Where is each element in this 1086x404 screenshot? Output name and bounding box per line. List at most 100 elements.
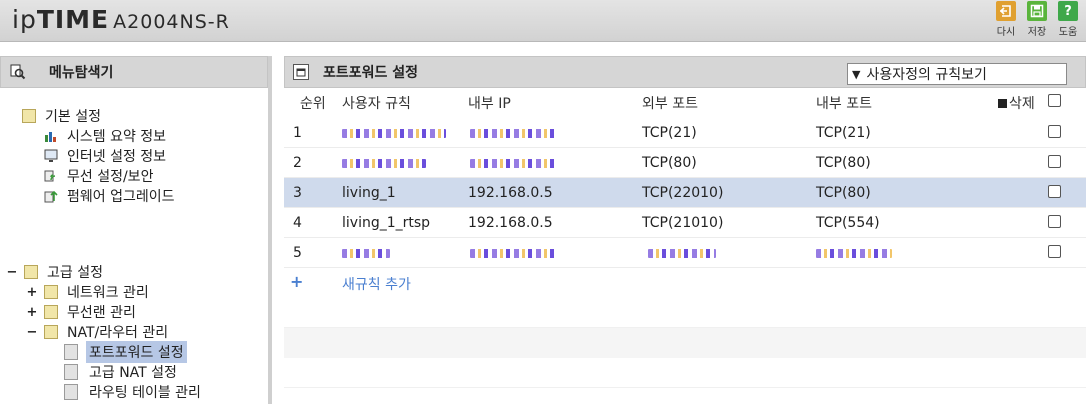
col-delete: 삭제 [998,93,1035,113]
row-delete-checkbox[interactable] [1048,245,1061,258]
table-row[interactable]: 1 TCP(21) TCP(21) [284,118,1086,148]
row-order: 4 [293,215,302,231]
tree-item-wireless-security[interactable]: 무선 설정/보안 [44,166,156,186]
help-label: 도움 [1058,27,1078,38]
folder-settings-icon [22,109,36,123]
col-user-rule: 사용자 규칙 [342,96,411,112]
row-internal-ip: 192.168.0.5 [468,215,553,231]
col-external-port: 외부 포트 [642,96,698,112]
row-internal-ip: 192.168.0.5 [468,185,553,201]
logo-brand: TIME [36,5,110,34]
add-rule-link[interactable]: 새규칙 추가 [342,274,411,294]
brand-logo: ipTIME A2004NS-R [12,5,230,34]
save-icon [1027,1,1047,21]
menu-explorer: 메뉴탐색기 기본 설정 시스템 요약 정보 인터넷 설정 정보 무선 설정/보안… [0,56,272,404]
header-actions: 다시 저장 ? 도움 [994,1,1080,38]
logo-prefix: ip [12,5,37,34]
magnifier-icon [9,64,27,80]
row-delete-checkbox[interactable] [1048,155,1061,168]
row-order: 3 [293,185,302,201]
row-delete-checkbox[interactable] [1048,215,1061,228]
port-forward-panel: 포트포워드 설정 ▼ 사용자정의 규칙보기 순위 사용자 규칙 내부 IP 외부… [284,56,1086,404]
tree-advanced-settings-label: 고급 설정 [47,265,103,281]
page-icon [64,344,78,360]
col-delete-label: 삭제 [1009,96,1035,112]
tree-item-firmware-upgrade[interactable]: 펌웨어 업그레이드 [44,186,178,206]
select-all-checkbox[interactable] [1048,94,1061,107]
row-ext-redacted [648,245,716,262]
tree-nat-router-management[interactable]: − NAT/라우터 관리 [26,322,171,342]
panel-title: 포트포워드 설정 [323,65,419,81]
back-icon [996,1,1016,21]
collapse-icon[interactable]: − [26,325,38,340]
expand-icon[interactable]: + [26,285,38,300]
tree-item-port-forward-label: 포트포워드 설정 [86,341,187,363]
col-order: 순위 [300,96,326,112]
tree-item-system-summary[interactable]: 시스템 요약 정보 [44,126,169,146]
tree-network-management-label: 네트워크 관리 [67,285,149,301]
tree-wireless-management-label: 무선랜 관리 [67,305,136,321]
empty-row [284,358,1086,388]
panel-header: 포트포워드 설정 ▼ 사용자정의 규칙보기 [284,56,1086,88]
help-icon: ? [1058,1,1078,21]
tree-item-routing-table-label: 라우팅 테이블 관리 [89,385,201,401]
network-folder-icon [44,285,58,299]
tree-item-advanced-nat-label: 고급 NAT 설정 [89,365,177,381]
select-all-minus-icon[interactable] [998,98,1007,108]
chart-icon [44,129,58,143]
table-row[interactable]: 4 living_1_rtsp 192.168.0.5 TCP(21010) T… [284,208,1086,238]
wireless-icon [44,169,58,183]
expand-icon[interactable]: + [26,305,38,320]
row-ip-redacted [470,125,558,142]
window-icon [293,64,309,80]
row-delete-checkbox[interactable] [1048,185,1061,198]
row-ip-redacted [470,155,556,172]
rule-view-select[interactable]: ▼ 사용자정의 규칙보기 [847,63,1067,85]
tree-basic-settings[interactable]: 기본 설정 [22,106,104,126]
tree-basic-settings-label: 기본 설정 [45,109,101,125]
tree-advanced-settings[interactable]: − 고급 설정 [6,262,106,282]
tree-nat-router-management-label: NAT/라우터 관리 [67,325,169,341]
tree-item-internet-info-label: 인터넷 설정 정보 [67,149,167,165]
tree-item-wireless-security-label: 무선 설정/보안 [67,169,154,185]
table-row[interactable]: 3 living_1 192.168.0.5 TCP(22010) TCP(80… [284,178,1086,208]
row-order: 2 [293,155,302,171]
table-header: 순위 사용자 규칙 내부 IP 외부 포트 내부 포트 삭제 [284,88,1086,115]
menu-explorer-title: 메뉴탐색기 [49,65,114,81]
col-internal-ip: 내부 IP [468,96,511,112]
upgrade-icon [44,189,58,203]
row-rule-redacted [342,245,390,262]
row-order: 5 [293,245,302,261]
row-int-redacted [816,245,892,262]
collapse-icon[interactable]: − [6,265,18,280]
row-external-port: TCP(80) [642,155,697,171]
reload-label: 다시 [996,27,1016,38]
save-label: 저장 [1027,27,1047,38]
tree-item-routing-table[interactable]: 라우팅 테이블 관리 [64,382,204,402]
add-rule-row[interactable]: + 새규칙 추가 [284,268,1086,298]
help-button[interactable]: ? 도움 [1056,1,1080,38]
row-internal-port: TCP(21) [816,125,871,141]
row-delete-checkbox[interactable] [1048,125,1061,138]
reload-button[interactable]: 다시 [994,1,1018,38]
row-user-rule: living_1_rtsp [342,215,431,231]
router-folder-icon [44,325,58,339]
plus-icon: + [290,272,304,291]
table-row[interactable]: 2 TCP(80) TCP(80) [284,148,1086,178]
tree-network-management[interactable]: + 네트워크 관리 [26,282,152,302]
row-external-port: TCP(21010) [642,215,724,231]
tree-wireless-management[interactable]: + 무선랜 관리 [26,302,139,322]
row-internal-port: TCP(80) [816,185,871,201]
tree-item-internet-info[interactable]: 인터넷 설정 정보 [44,146,169,166]
save-button[interactable]: 저장 [1025,1,1049,38]
tree-item-port-forward[interactable]: 포트포워드 설정 [64,341,187,363]
tree-item-advanced-nat[interactable]: 고급 NAT 설정 [64,362,180,382]
row-ip-redacted [470,245,558,262]
row-external-port: TCP(22010) [642,185,724,201]
empty-row [284,328,1086,358]
table-row[interactable]: 5 [284,238,1086,268]
monitor-icon [44,149,58,163]
page-icon [64,384,78,400]
empty-row [284,298,1086,328]
model-name: A2004NS-R [113,11,230,33]
